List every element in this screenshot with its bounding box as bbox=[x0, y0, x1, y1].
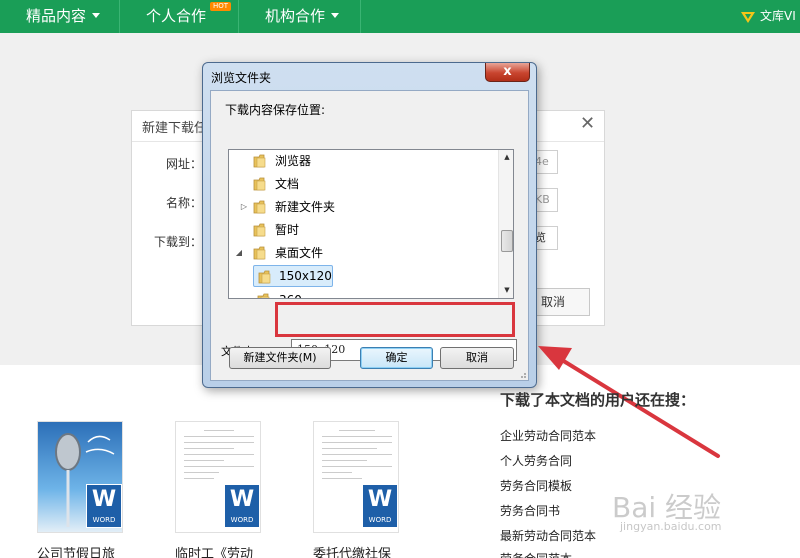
document-thumbnail[interactable]: W WORD bbox=[175, 421, 261, 533]
nav-item-label: 机构合作 bbox=[265, 7, 326, 25]
nav-divider bbox=[238, 0, 239, 33]
expand-arrow-icon[interactable] bbox=[239, 220, 249, 240]
vip-link[interactable]: 文库VI bbox=[760, 0, 796, 33]
dialog-body: 下载内容保存位置: 浏览器 文档 ▷ 新建文件夹 暂时 ◢ 桌面文件 150x1… bbox=[210, 90, 529, 381]
document-preview bbox=[322, 430, 392, 484]
ok-button[interactable]: 确定 bbox=[360, 347, 433, 369]
tree-item-label: 360 bbox=[279, 290, 302, 298]
tree-item-selected[interactable]: 150x120 bbox=[253, 265, 333, 287]
tree-item-label: 浏览器 bbox=[275, 154, 312, 168]
nav-item-institution[interactable]: 机构合作 bbox=[265, 0, 340, 33]
tree-item-label: 桌面文件 bbox=[275, 246, 324, 260]
tree-item[interactable]: 文档 bbox=[229, 174, 497, 194]
folder-icon bbox=[253, 223, 266, 237]
scroll-up-icon[interactable]: ▲ bbox=[499, 150, 513, 165]
document-preview bbox=[184, 430, 254, 484]
chevron-down-icon bbox=[92, 13, 101, 18]
chevron-down-icon bbox=[331, 13, 340, 18]
document-title[interactable]: 公司节假日旅 bbox=[37, 543, 115, 558]
word-file-icon: W WORD bbox=[362, 484, 398, 528]
word-letter: W bbox=[367, 487, 393, 512]
expand-arrow-icon[interactable] bbox=[239, 151, 249, 171]
folder-icon bbox=[253, 200, 266, 214]
folder-icon bbox=[253, 177, 266, 191]
folder-icon bbox=[253, 154, 266, 168]
word-letter: W bbox=[229, 487, 255, 512]
word-label: WORD bbox=[92, 516, 116, 524]
tree-item[interactable]: 360 bbox=[229, 290, 497, 298]
download-to-label: 下载到： bbox=[153, 235, 202, 249]
related-search-link[interactable]: 最新劳动合同范本 bbox=[500, 527, 596, 544]
tree-item-label: 文档 bbox=[275, 177, 300, 191]
folder-icon bbox=[257, 293, 270, 298]
related-search-link[interactable]: 个人劳务合同 bbox=[500, 452, 572, 469]
related-search-link[interactable]: 劳务合同范本 bbox=[500, 550, 572, 558]
tree-item[interactable]: 暂时 bbox=[229, 220, 497, 240]
collapse-arrow-icon[interactable]: ◢ bbox=[234, 243, 244, 263]
document-thumbnail[interactable]: W WORD bbox=[313, 421, 399, 533]
related-searches-title: 下载了本文档的用户还在搜： bbox=[500, 391, 696, 409]
nav-item-label: 个人合作 bbox=[146, 7, 207, 25]
browse-folder-dialog: 浏览文件夹 x 下载内容保存位置: 浏览器 文档 ▷ 新建文件夹 暂时 ◢ 桌面… bbox=[202, 62, 537, 388]
cancel-button[interactable]: 取消 bbox=[532, 288, 590, 316]
word-label: WORD bbox=[230, 516, 254, 524]
expand-arrow-icon[interactable] bbox=[239, 174, 249, 194]
top-nav: 精品内容 个人合作 HOT 机构合作 文库VI bbox=[0, 0, 800, 33]
word-file-icon: W WORD bbox=[224, 484, 260, 528]
document-title[interactable]: 委托代缴社保_ bbox=[313, 543, 398, 558]
resize-grip-icon[interactable] bbox=[517, 369, 527, 379]
vip-icon[interactable] bbox=[740, 9, 756, 25]
new-folder-button[interactable]: 新建文件夹(M) bbox=[229, 347, 331, 369]
url-label: 网址： bbox=[165, 157, 202, 171]
vertical-scrollbar[interactable]: ▲ ▼ bbox=[498, 150, 513, 298]
word-letter: W bbox=[91, 487, 117, 512]
nav-item-featured[interactable]: 精品内容 bbox=[26, 0, 101, 33]
tree-item-label: 150x120 bbox=[279, 269, 332, 283]
close-icon[interactable]: ✕ bbox=[580, 113, 595, 134]
related-search-link[interactable]: 劳务合同模板 bbox=[500, 477, 572, 494]
dialog-title: 新建下载任 bbox=[142, 121, 208, 136]
tree-item-label: 新建文件夹 bbox=[275, 200, 336, 214]
dialog-title: 浏览文件夹 bbox=[211, 71, 272, 85]
dialog-description: 下载内容保存位置: bbox=[225, 103, 326, 117]
document-title[interactable]: 临时工《劳动 bbox=[175, 543, 253, 558]
nav-divider bbox=[119, 0, 120, 33]
nav-divider bbox=[360, 0, 361, 33]
word-file-icon: W WORD bbox=[86, 484, 122, 528]
annotation-highlight-box bbox=[275, 302, 515, 337]
scrollbar-thumb[interactable] bbox=[501, 230, 513, 252]
scroll-down-icon[interactable]: ▼ bbox=[499, 283, 513, 298]
nav-item-label: 精品内容 bbox=[26, 7, 87, 25]
name-label: 名称： bbox=[165, 196, 202, 210]
tree-item-label: 暂时 bbox=[275, 223, 300, 237]
close-button[interactable]: x bbox=[485, 63, 530, 82]
related-search-link[interactable]: 企业劳动合同范本 bbox=[500, 427, 596, 444]
related-search-link[interactable]: 劳务合同书 bbox=[500, 502, 560, 519]
tree-item[interactable]: ▷ 新建文件夹 bbox=[229, 197, 497, 217]
tree-item[interactable]: ◢ 桌面文件 bbox=[229, 243, 497, 263]
folder-icon bbox=[253, 246, 266, 260]
cancel-button[interactable]: 取消 bbox=[440, 347, 514, 369]
expand-arrow-icon[interactable]: ▷ bbox=[239, 197, 249, 217]
watermark-url: jingyan.baidu.com bbox=[620, 520, 722, 533]
tree-item[interactable]: 浏览器 bbox=[229, 151, 497, 171]
nav-item-personal[interactable]: 个人合作 bbox=[146, 0, 206, 33]
hot-badge: HOT bbox=[210, 2, 232, 11]
word-label: WORD bbox=[368, 516, 392, 524]
document-thumbnail[interactable]: W WORD bbox=[37, 421, 123, 533]
folder-tree[interactable]: 浏览器 文档 ▷ 新建文件夹 暂时 ◢ 桌面文件 150x120 ▲ ▼ bbox=[228, 149, 514, 299]
folder-icon bbox=[258, 270, 271, 284]
